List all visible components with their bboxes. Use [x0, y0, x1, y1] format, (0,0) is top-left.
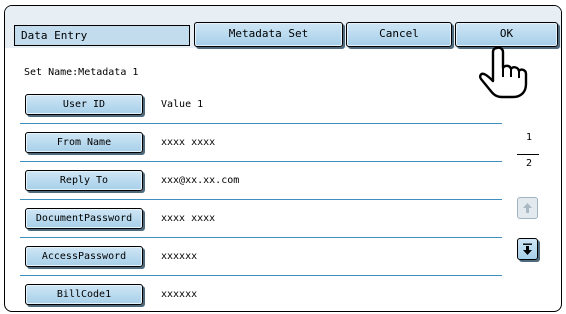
dialog-frame: Data Entry Metadata Set Cancel OK Set Na… [4, 5, 562, 312]
page-total: 2 [525, 158, 533, 169]
reply-to-value: xxx@xx.xx.com [161, 175, 240, 186]
document-password-value: xxxx xxxx [161, 213, 216, 224]
row-divider [20, 161, 502, 162]
dialog-title: Data Entry [14, 25, 190, 46]
page-divider [517, 154, 539, 155]
billcode1-button[interactable]: BillCode1 [25, 284, 143, 305]
reply-to-button[interactable]: Reply To [25, 170, 143, 191]
from-name-value: xxxx xxxx [161, 137, 216, 148]
user-id-button[interactable]: User ID [25, 94, 143, 115]
row-divider [20, 275, 502, 276]
set-name-label: Set Name:Metadata 1 [24, 67, 139, 78]
row-divider [20, 199, 502, 200]
user-id-value: Value 1 [161, 99, 204, 110]
document-password-button[interactable]: DocumentPassword [25, 208, 143, 229]
scroll-up-button[interactable] [517, 197, 538, 219]
metadata-set-button[interactable]: Metadata Set [194, 22, 343, 47]
access-password-button[interactable]: AccessPassword [25, 246, 143, 267]
access-password-value: xxxxxx [161, 251, 198, 262]
from-name-button[interactable]: From Name [25, 132, 143, 153]
row-divider [20, 123, 502, 124]
ok-button[interactable]: OK [455, 22, 558, 47]
cancel-button[interactable]: Cancel [346, 22, 452, 47]
arrow-down-icon [523, 243, 532, 255]
row-divider [20, 237, 502, 238]
scroll-down-button[interactable] [517, 238, 538, 260]
billcode1-value: xxxxxx [161, 289, 198, 300]
arrow-up-icon [523, 203, 532, 213]
header-bar: Data Entry Metadata Set Cancel OK [5, 6, 561, 48]
hand-pointer-icon [479, 46, 528, 99]
page-current: 1 [525, 132, 533, 143]
